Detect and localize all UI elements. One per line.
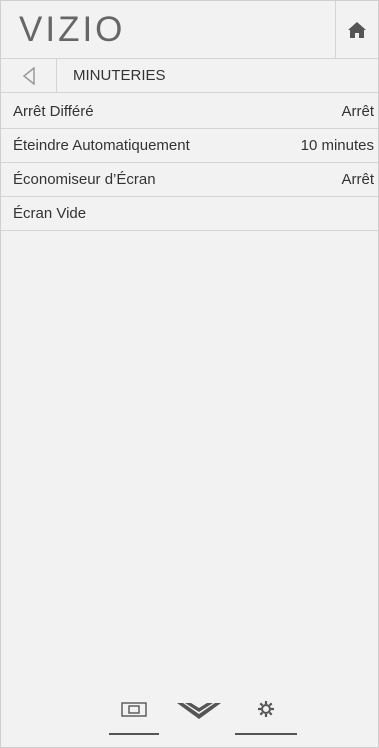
nav-underline bbox=[109, 733, 159, 735]
input-icon bbox=[121, 702, 147, 717]
menu-item-label: Éteindre Automatiquement bbox=[13, 137, 190, 154]
menu-item-label: Arrêt Différé bbox=[13, 103, 94, 120]
menu-item-label: Économiseur d’Écran bbox=[13, 171, 156, 188]
menu-item-label: Écran Vide bbox=[13, 205, 87, 222]
header: VIZIO bbox=[1, 1, 378, 59]
vizio-v-icon bbox=[177, 703, 221, 719]
home-button[interactable] bbox=[335, 1, 378, 59]
nav-underline bbox=[235, 733, 297, 735]
menu-item-value: 10 minutes bbox=[300, 137, 374, 154]
settings-button[interactable] bbox=[235, 699, 297, 735]
vizio-logo: VIZIO bbox=[19, 10, 126, 49]
input-button[interactable] bbox=[109, 699, 159, 735]
settings-panel: VIZIO MINUTERIES Arrêt Différé Arrêt Éte… bbox=[0, 0, 379, 748]
subheader: MINUTERIES bbox=[1, 59, 378, 93]
home-icon bbox=[348, 22, 366, 38]
back-arrow-icon bbox=[22, 67, 35, 85]
menu-list: Arrêt Différé Arrêt Éteindre Automatique… bbox=[1, 95, 378, 231]
page-title: MINUTERIES bbox=[73, 67, 166, 84]
settings-gear-icon bbox=[258, 701, 274, 717]
menu-item-auto-power-off[interactable]: Éteindre Automatiquement 10 minutes bbox=[1, 129, 378, 163]
menu-item-value: Arrêt bbox=[341, 171, 374, 188]
vizio-button[interactable] bbox=[173, 699, 225, 735]
menu-item-screen-saver[interactable]: Économiseur d’Écran Arrêt bbox=[1, 163, 378, 197]
back-button[interactable] bbox=[1, 59, 57, 93]
menu-item-blank-screen[interactable]: Écran Vide bbox=[1, 197, 378, 231]
menu-item-sleep-timer[interactable]: Arrêt Différé Arrêt bbox=[1, 95, 378, 129]
menu-item-value: Arrêt bbox=[341, 103, 374, 120]
bottom-nav bbox=[1, 699, 378, 739]
